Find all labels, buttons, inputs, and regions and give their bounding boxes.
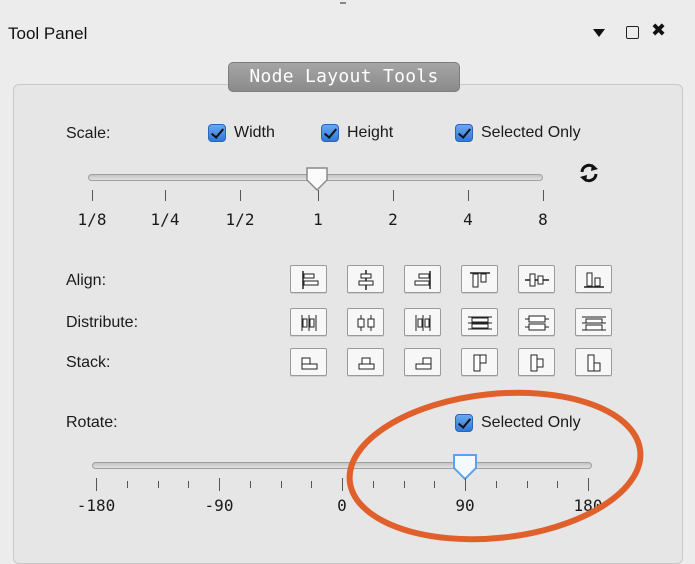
rotate-minor-tick bbox=[311, 481, 313, 488]
stack-middle-icon bbox=[530, 354, 544, 372]
align-bottom-icon bbox=[584, 272, 604, 288]
stack-bottom-icon bbox=[587, 354, 601, 372]
rotate-minor-tick bbox=[157, 481, 159, 488]
align-center-horizontal-icon bbox=[358, 270, 374, 290]
distribute-left-icon bbox=[301, 315, 317, 331]
scale-tick-label: 4 bbox=[463, 210, 473, 229]
stack-left-button[interactable] bbox=[290, 348, 327, 376]
scale-tick bbox=[468, 190, 469, 201]
distribute-bottom-icon bbox=[582, 316, 606, 331]
close-icon[interactable]: ✖ bbox=[651, 20, 666, 40]
scale-tick-label: 1/8 bbox=[77, 210, 107, 229]
dropdown-arrow-icon[interactable] bbox=[593, 22, 605, 42]
distribute-top-icon bbox=[468, 316, 492, 330]
distribute-center-button[interactable] bbox=[347, 308, 384, 336]
rotate-major-tick bbox=[96, 478, 97, 491]
stack-top-button[interactable] bbox=[461, 348, 498, 376]
panel-header: Tool Panel ✖ bbox=[0, 0, 695, 60]
height-checkbox-label: Height bbox=[347, 124, 394, 141]
distribute-right-icon bbox=[415, 315, 431, 331]
align-right-button[interactable] bbox=[404, 265, 441, 293]
scale-selected-only-label: Selected Only bbox=[481, 124, 581, 141]
stack-right-button[interactable] bbox=[404, 348, 441, 376]
distribute-label: Distribute: bbox=[66, 314, 139, 331]
panel-title: Tool Panel bbox=[8, 24, 88, 43]
scale-tick-label: 1 bbox=[313, 210, 323, 229]
height-checkbox[interactable]: Height bbox=[321, 124, 393, 142]
distribute-middle-icon bbox=[525, 315, 549, 331]
stack-right-icon bbox=[415, 357, 432, 370]
scale-slider-thumb[interactable] bbox=[305, 166, 329, 192]
checkbox-checked-icon bbox=[321, 124, 339, 142]
scale-tick bbox=[240, 190, 241, 201]
stack-label: Stack: bbox=[66, 354, 111, 371]
scale-tick-label: 2 bbox=[388, 210, 398, 229]
align-left-icon bbox=[302, 271, 319, 289]
group-title: Node Layout Tools bbox=[228, 62, 460, 92]
align-left-button[interactable] bbox=[290, 265, 327, 293]
align-top-button[interactable] bbox=[461, 265, 498, 293]
stack-bottom-button[interactable] bbox=[575, 348, 612, 376]
stack-center-button[interactable] bbox=[347, 348, 384, 376]
refresh-icon[interactable] bbox=[578, 162, 600, 184]
distribute-top-button[interactable] bbox=[461, 308, 498, 336]
align-middle-vertical-button[interactable] bbox=[518, 265, 555, 293]
distribute-middle-button[interactable] bbox=[518, 308, 555, 336]
scale-selected-only-checkbox[interactable]: Selected Only bbox=[455, 124, 581, 142]
rotate-major-tick bbox=[219, 478, 220, 491]
distribute-bottom-button[interactable] bbox=[575, 308, 612, 336]
distribute-left-button[interactable] bbox=[290, 308, 327, 336]
checkbox-checked-icon bbox=[455, 124, 473, 142]
scale-tick-label: 8 bbox=[538, 210, 548, 229]
distribute-center-icon bbox=[357, 315, 375, 331]
stack-top-icon bbox=[473, 354, 487, 372]
rotate-tick-label: -90 bbox=[204, 496, 234, 515]
rotate-tick-label: -180 bbox=[76, 496, 116, 515]
scale-tick bbox=[318, 190, 319, 201]
scale-tick bbox=[92, 190, 93, 201]
align-middle-vertical-icon bbox=[525, 273, 549, 287]
rotate-minor-tick bbox=[249, 481, 251, 488]
scale-tick bbox=[393, 190, 394, 201]
checkbox-checked-icon bbox=[208, 124, 226, 142]
align-top-icon bbox=[470, 272, 490, 288]
scale-tick-label: 1/4 bbox=[150, 210, 180, 229]
scale-tick bbox=[165, 190, 166, 201]
annotation-ellipse bbox=[346, 389, 644, 543]
align-right-icon bbox=[414, 271, 431, 289]
stack-center-icon bbox=[358, 357, 375, 370]
scale-tick bbox=[543, 190, 544, 201]
width-checkbox-label: Width bbox=[234, 124, 275, 141]
align-label: Align: bbox=[66, 272, 107, 289]
rotate-label: Rotate: bbox=[66, 414, 118, 431]
stack-middle-button[interactable] bbox=[518, 348, 555, 376]
float-window-icon[interactable] bbox=[626, 26, 639, 39]
rotate-minor-tick bbox=[188, 481, 190, 488]
drag-notch bbox=[340, 2, 346, 8]
align-bottom-button[interactable] bbox=[575, 265, 612, 293]
stack-left-icon bbox=[301, 357, 318, 370]
width-checkbox[interactable]: Width bbox=[208, 124, 275, 142]
rotate-minor-tick bbox=[280, 481, 282, 488]
align-center-horizontal-button[interactable] bbox=[347, 265, 384, 293]
scale-tick-label: 1/2 bbox=[225, 210, 255, 229]
distribute-right-button[interactable] bbox=[404, 308, 441, 336]
scale-label: Scale: bbox=[66, 125, 111, 142]
rotate-minor-tick bbox=[126, 481, 128, 488]
